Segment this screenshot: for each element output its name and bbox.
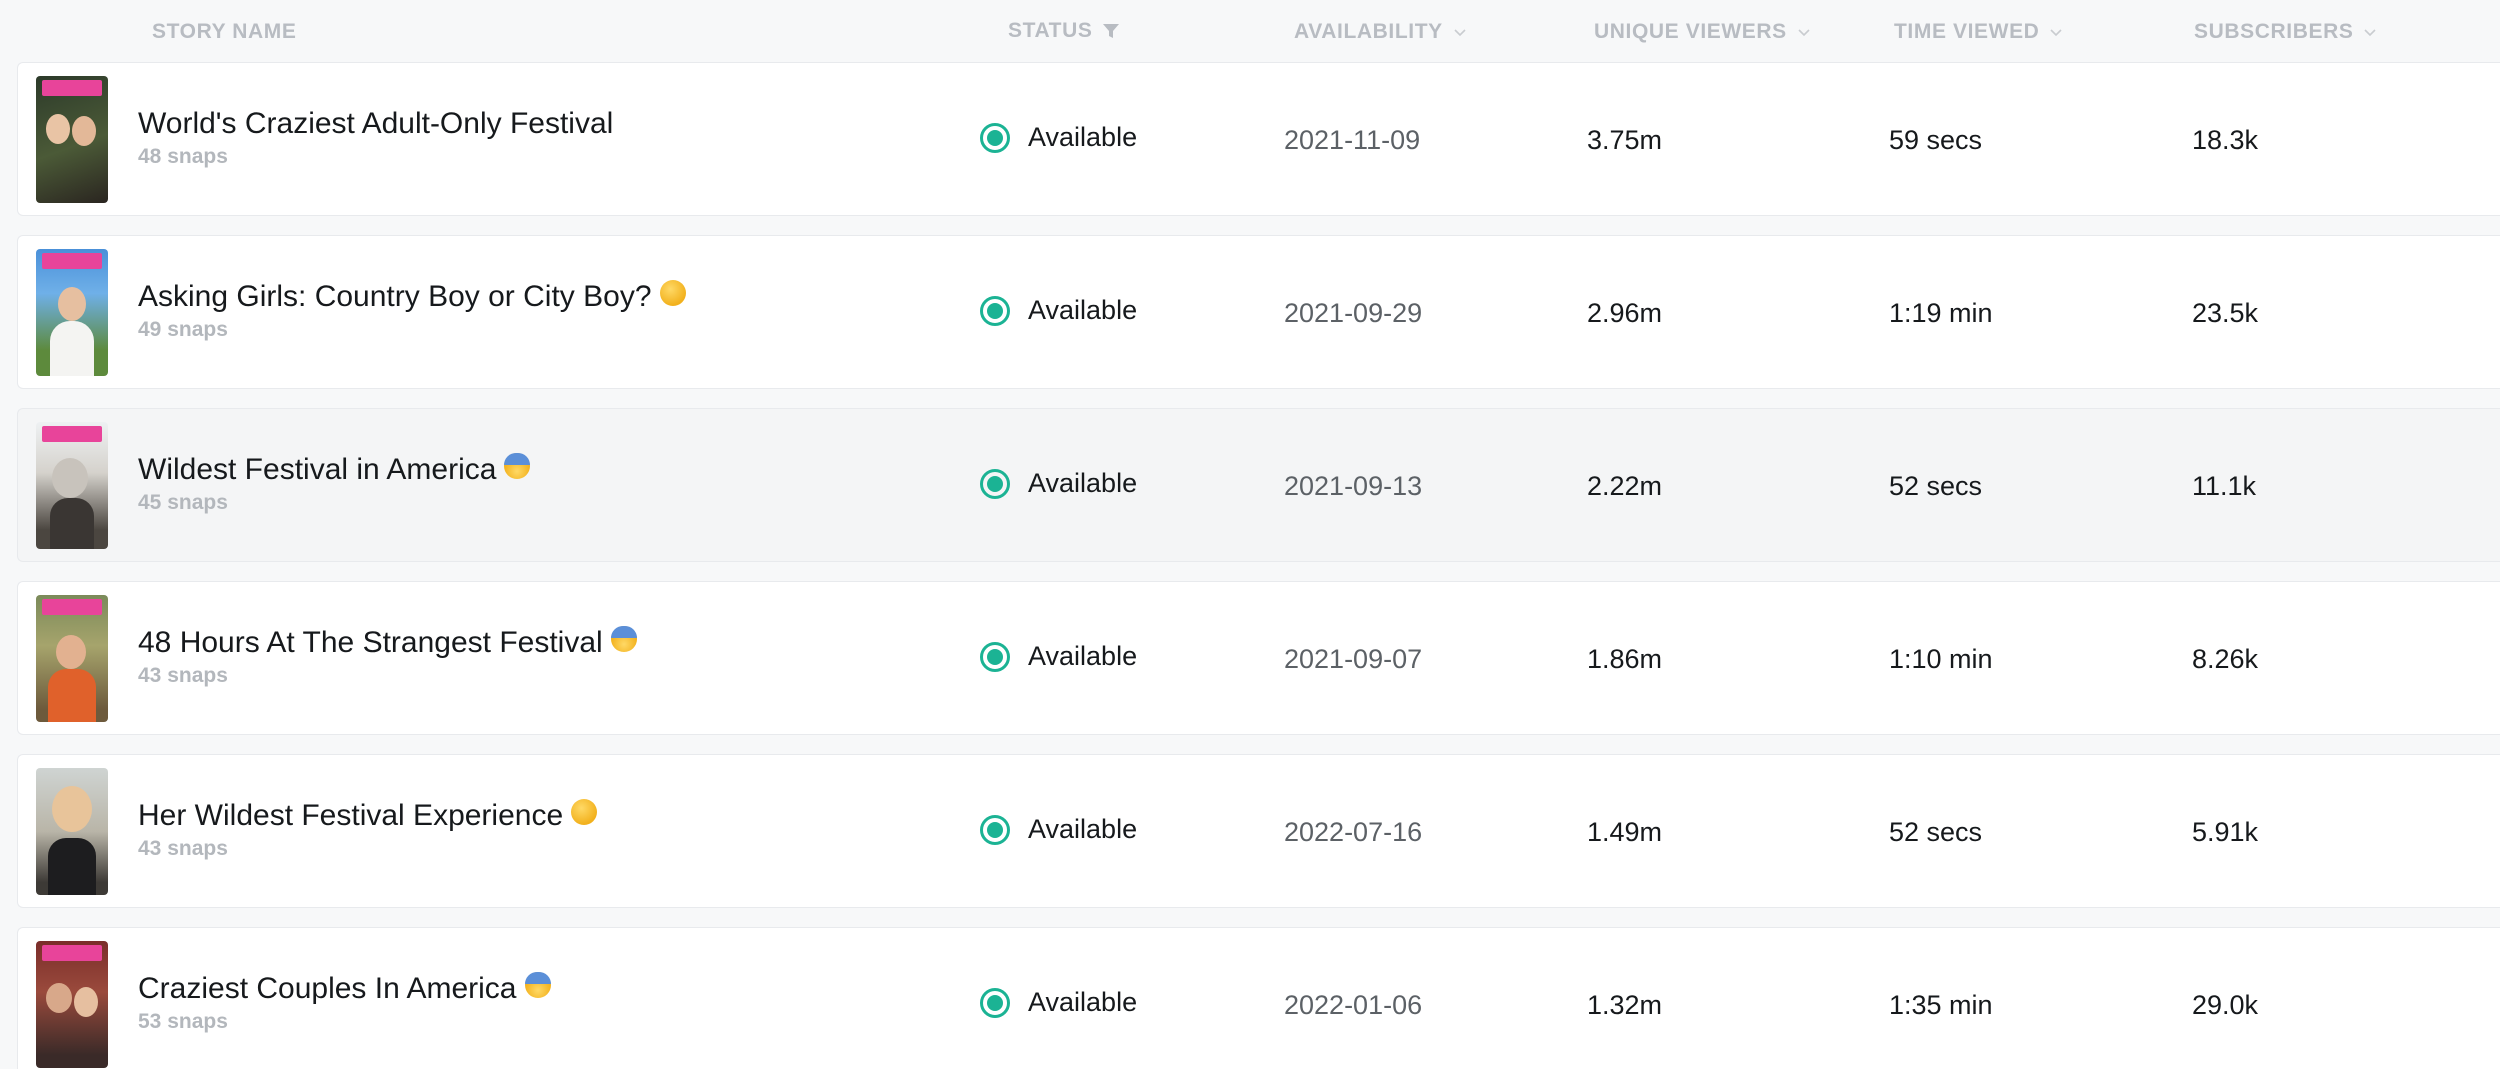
column-header-status[interactable]: STATUS bbox=[1008, 19, 1120, 43]
status-available-icon bbox=[980, 641, 1010, 672]
fearful-face-emoji bbox=[504, 453, 531, 479]
chevron-down-icon bbox=[1798, 29, 1810, 37]
time-viewed-value: 1:19 min bbox=[1889, 298, 1993, 328]
availability-date: 2022-07-16 bbox=[1284, 817, 1423, 847]
status-label: Available bbox=[1028, 987, 1138, 1017]
time-viewed-value: 52 secs bbox=[1889, 817, 1983, 847]
story-thumbnail bbox=[36, 76, 108, 203]
chevron-down-icon bbox=[2050, 29, 2063, 37]
table-row[interactable]: 48 Hours At The Strangest Festival 43 sn… bbox=[17, 581, 2500, 735]
shushing-face-emoji bbox=[571, 799, 598, 825]
column-header-label: AVAILABILITY bbox=[1294, 20, 1443, 43]
column-header-availability[interactable]: AVAILABILITY bbox=[1294, 20, 1467, 44]
story-title[interactable]: Craziest Couples In America bbox=[138, 972, 551, 1006]
table-row[interactable]: Asking Girls: Country Boy or City Boy? 4… bbox=[17, 235, 2500, 389]
story-thumbnail bbox=[36, 422, 108, 549]
filter-icon[interactable] bbox=[1102, 22, 1120, 40]
story-title[interactable]: World's Craziest Adult-Only Festival bbox=[138, 107, 613, 141]
status-label: Available bbox=[1028, 814, 1138, 844]
fearful-face-emoji bbox=[524, 972, 551, 998]
story-thumbnail bbox=[36, 941, 108, 1068]
unique-viewers-value: 1.86m bbox=[1587, 644, 1663, 674]
status-badge: Available bbox=[980, 987, 1137, 1018]
status-label: Available bbox=[1028, 641, 1138, 671]
status-label: Available bbox=[1028, 468, 1138, 498]
unique-viewers-value: 2.96m bbox=[1587, 298, 1663, 328]
snap-count: 43 snaps bbox=[138, 837, 228, 860]
column-header-label: UNIQUE VIEWERS bbox=[1594, 20, 1787, 43]
availability-date: 2021-09-13 bbox=[1284, 471, 1423, 501]
status-badge: Available bbox=[980, 122, 1137, 153]
availability-date: 2021-09-29 bbox=[1284, 298, 1423, 328]
snap-count: 45 snaps bbox=[138, 491, 228, 514]
story-title[interactable]: Wildest Festival in America bbox=[138, 453, 531, 487]
column-header-unique-viewers[interactable]: UNIQUE VIEWERS bbox=[1594, 20, 1811, 44]
time-viewed-value: 59 secs bbox=[1889, 125, 1983, 155]
status-badge: Available bbox=[980, 468, 1137, 499]
snap-count: 43 snaps bbox=[138, 664, 228, 687]
table-header: STORY NAME STATUS AVAILABILITY UNIQUE VI… bbox=[0, 0, 2500, 62]
status-available-icon bbox=[980, 987, 1010, 1018]
story-thumbnail bbox=[36, 595, 108, 722]
snap-count: 49 snaps bbox=[138, 318, 228, 341]
stories-table: STORY NAME STATUS AVAILABILITY UNIQUE VI… bbox=[0, 0, 2500, 1069]
column-header-time-viewed[interactable]: TIME VIEWED bbox=[1894, 20, 2063, 44]
status-label: Available bbox=[1028, 295, 1138, 325]
time-viewed-value: 52 secs bbox=[1889, 471, 1983, 501]
status-label: Available bbox=[1028, 122, 1138, 152]
story-title[interactable]: Her Wildest Festival Experience bbox=[138, 799, 598, 833]
snap-count: 48 snaps bbox=[138, 145, 228, 168]
snap-count: 53 snaps bbox=[138, 1010, 228, 1033]
column-header-label: SUBSCRIBERS bbox=[2194, 20, 2354, 43]
table-row[interactable]: Craziest Couples In America 53 snaps Ava… bbox=[17, 927, 2500, 1069]
column-header-label: TIME VIEWED bbox=[1894, 20, 2040, 43]
status-badge: Available bbox=[980, 641, 1137, 672]
subscribers-value: 29.0k bbox=[2192, 990, 2259, 1020]
column-header-label: STORY NAME bbox=[152, 20, 297, 43]
status-badge: Available bbox=[980, 814, 1137, 845]
story-title[interactable]: 48 Hours At The Strangest Festival bbox=[138, 626, 637, 660]
subscribers-value: 8.26k bbox=[2192, 644, 2259, 674]
table-row[interactable]: Her Wildest Festival Experience 43 snaps… bbox=[17, 754, 2500, 908]
raised-eyebrow-emoji bbox=[659, 280, 686, 306]
status-available-icon bbox=[980, 295, 1010, 326]
column-header-subscribers[interactable]: SUBSCRIBERS bbox=[2194, 20, 2377, 44]
unique-viewers-value: 2.22m bbox=[1587, 471, 1663, 501]
table-row[interactable]: Wildest Festival in America 45 snaps Ava… bbox=[17, 408, 2500, 562]
table-row[interactable]: World's Craziest Adult-Only Festival 48 … bbox=[17, 62, 2500, 216]
story-thumbnail bbox=[36, 249, 108, 376]
column-header-label: STATUS bbox=[1008, 19, 1093, 42]
time-viewed-value: 1:35 min bbox=[1889, 990, 1993, 1020]
subscribers-value: 5.91k bbox=[2192, 817, 2259, 847]
column-header-story-name[interactable]: STORY NAME bbox=[152, 20, 296, 44]
status-available-icon bbox=[980, 468, 1010, 499]
unique-viewers-value: 1.32m bbox=[1587, 990, 1663, 1020]
time-viewed-value: 1:10 min bbox=[1889, 644, 1993, 674]
story-title[interactable]: Asking Girls: Country Boy or City Boy? bbox=[138, 280, 686, 314]
availability-date: 2021-11-09 bbox=[1284, 125, 1421, 155]
status-badge: Available bbox=[980, 295, 1137, 326]
subscribers-value: 23.5k bbox=[2192, 298, 2259, 328]
subscribers-value: 18.3k bbox=[2192, 125, 2259, 155]
status-available-icon bbox=[980, 122, 1010, 153]
fearful-face-emoji bbox=[610, 626, 637, 652]
subscribers-value: 11.1k bbox=[2192, 471, 2257, 501]
story-thumbnail bbox=[36, 768, 108, 895]
availability-date: 2022-01-06 bbox=[1284, 990, 1423, 1020]
unique-viewers-value: 1.49m bbox=[1587, 817, 1663, 847]
status-available-icon bbox=[980, 814, 1010, 845]
availability-date: 2021-09-07 bbox=[1284, 644, 1423, 674]
chevron-down-icon bbox=[2364, 29, 2377, 37]
unique-viewers-value: 3.75m bbox=[1587, 125, 1663, 155]
chevron-down-icon bbox=[1454, 29, 1466, 37]
